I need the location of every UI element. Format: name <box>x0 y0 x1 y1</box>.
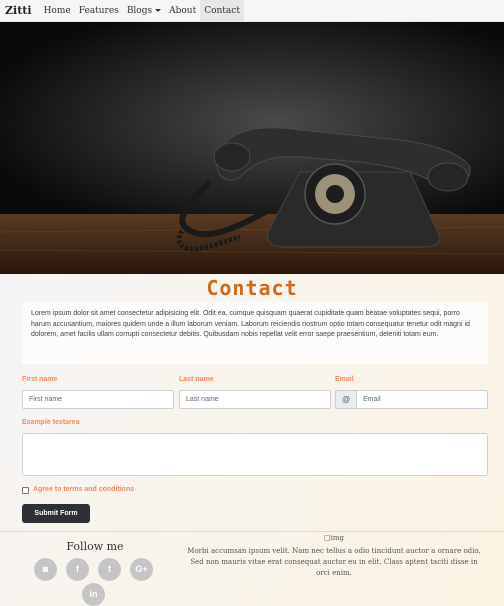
nav-home[interactable]: Home <box>40 0 75 22</box>
first-name-label: First name <box>22 376 58 383</box>
example-textarea[interactable] <box>22 433 488 476</box>
textarea-label: Example textarea <box>22 419 80 426</box>
facebook-icon[interactable]: f <box>66 558 89 581</box>
terms-label[interactable]: Agree to terms and conditions <box>33 486 134 493</box>
footer-image-alt: img <box>330 534 344 542</box>
linkedin-icon[interactable]: in <box>82 583 105 606</box>
footer-image-placeholder: □img <box>324 534 344 542</box>
first-name-input[interactable]: First name <box>22 390 174 409</box>
hero-image <box>0 22 504 274</box>
caret-down-icon <box>155 8 162 12</box>
follow-heading: Follow me <box>66 540 124 553</box>
instagram-icon[interactable]: ◙ <box>34 558 57 581</box>
submit-button[interactable]: Submit Form <box>22 504 90 523</box>
terms-checkbox[interactable] <box>22 487 29 494</box>
nav-blogs-dropdown[interactable]: Blogs <box>123 0 165 22</box>
twitter-icon[interactable]: t <box>98 558 121 581</box>
navbar: Zitti Home Features Blogs About Contact <box>0 0 504 22</box>
contact-intro: Lorem ipsum dolor sit amet consectetur a… <box>22 302 488 364</box>
nav-blogs-label: Blogs <box>126 5 153 16</box>
telephone-illustration <box>0 22 504 274</box>
nav-features[interactable]: Features <box>75 0 123 22</box>
footer-text: Morbi accumsan ipsum velit. Nam nec tell… <box>187 547 481 577</box>
footer-divider <box>0 531 504 532</box>
email-label: Email <box>335 376 354 383</box>
last-name-label: Last name <box>179 376 214 383</box>
email-input[interactable]: Email <box>356 390 488 409</box>
contact-title: Contact <box>206 276 298 300</box>
nav-about[interactable]: About <box>165 0 200 22</box>
google-plus-icon[interactable]: G+ <box>130 558 153 581</box>
nav-contact[interactable]: Contact <box>200 0 244 22</box>
brand-logo[interactable]: Zitti <box>5 4 32 17</box>
at-sign-icon: @ <box>335 390 357 409</box>
last-name-input[interactable]: Last name <box>179 390 331 409</box>
